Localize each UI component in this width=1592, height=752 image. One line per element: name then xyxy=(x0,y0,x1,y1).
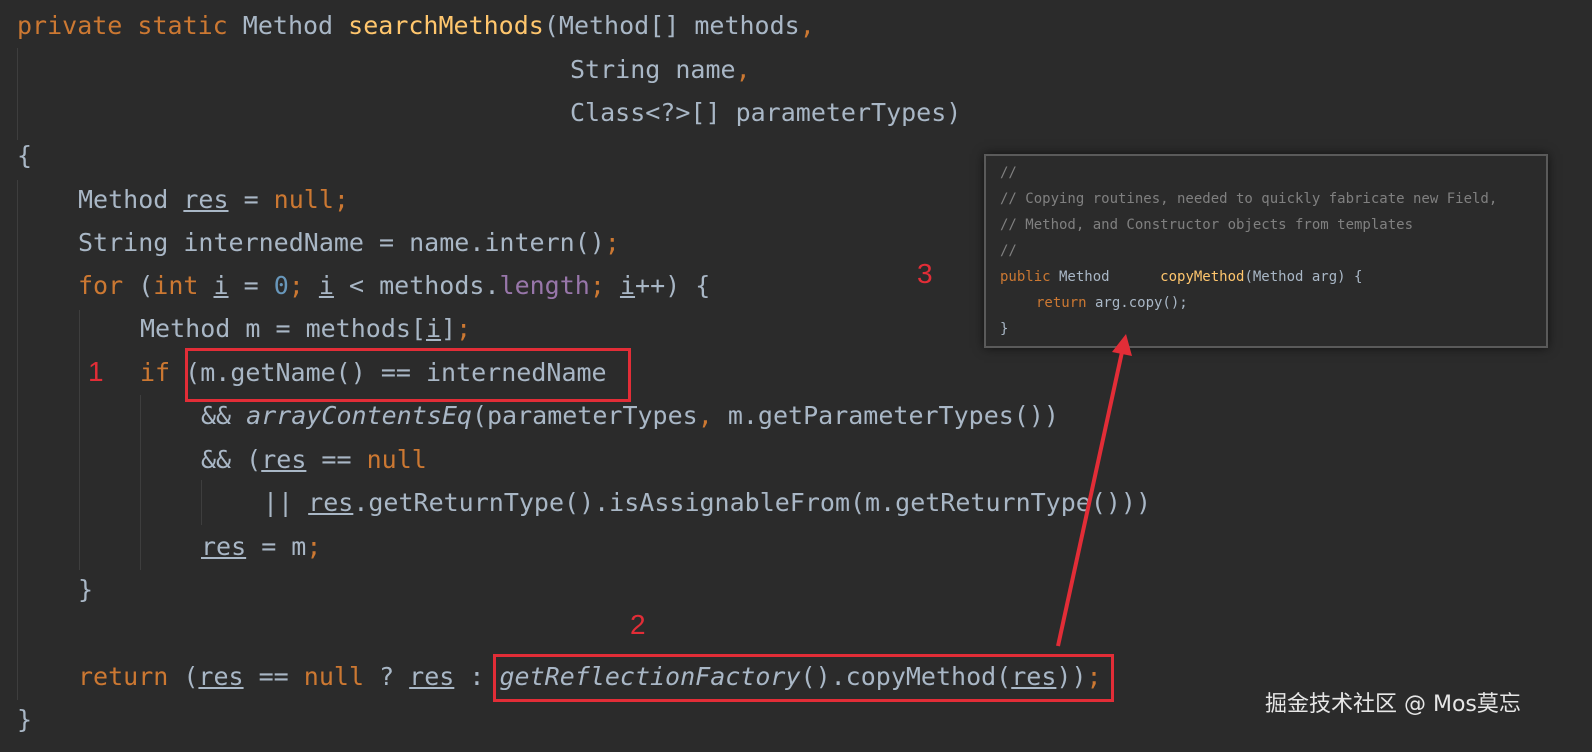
arrow-shaft xyxy=(1056,351,1124,647)
annotation-arrow xyxy=(1056,334,1132,647)
arrow-head xyxy=(1112,334,1132,356)
watermark: 掘金技术社区 @ Mos莫忘 xyxy=(1265,692,1521,717)
